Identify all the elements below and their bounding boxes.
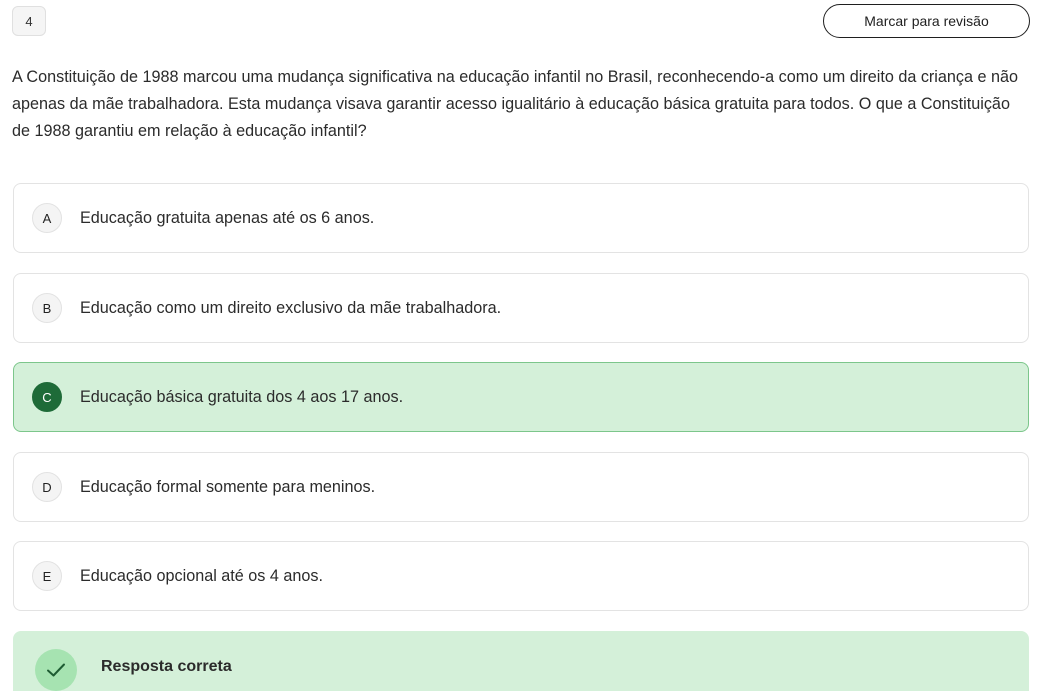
answer-feedback-panel: Resposta correta: [13, 631, 1029, 691]
option-letter: C: [32, 382, 62, 412]
option-letter: A: [32, 203, 62, 233]
feedback-title: Resposta correta: [101, 658, 232, 675]
check-icon: [35, 649, 77, 691]
option-text: Educação como um direito exclusivo da mã…: [80, 298, 502, 317]
mark-for-review-button[interactable]: Marcar para revisão: [823, 4, 1030, 38]
option-letter: D: [32, 472, 62, 502]
option-text: Educação formal somente para meninos.: [80, 477, 376, 496]
option-e[interactable]: E Educação opcional até os 4 anos.: [13, 541, 1029, 611]
option-c[interactable]: C Educação básica gratuita dos 4 aos 17 …: [13, 362, 1029, 432]
option-letter: B: [32, 293, 62, 323]
option-text: Educação gratuita apenas até os 6 anos.: [80, 208, 375, 227]
option-d[interactable]: D Educação formal somente para meninos.: [13, 452, 1029, 522]
option-text: Educação opcional até os 4 anos.: [80, 566, 323, 585]
question-statement: A Constituição de 1988 marcou uma mudanç…: [12, 68, 1019, 140]
option-a[interactable]: A Educação gratuita apenas até os 6 anos…: [13, 183, 1029, 253]
question-page: 4 Marcar para revisão A Constituição de …: [0, 0, 1039, 691]
option-letter: E: [32, 561, 62, 591]
option-b[interactable]: B Educação como um direito exclusivo da …: [13, 273, 1029, 343]
option-text: Educação básica gratuita dos 4 aos 17 an…: [80, 387, 404, 406]
question-number-badge: 4: [12, 6, 46, 36]
